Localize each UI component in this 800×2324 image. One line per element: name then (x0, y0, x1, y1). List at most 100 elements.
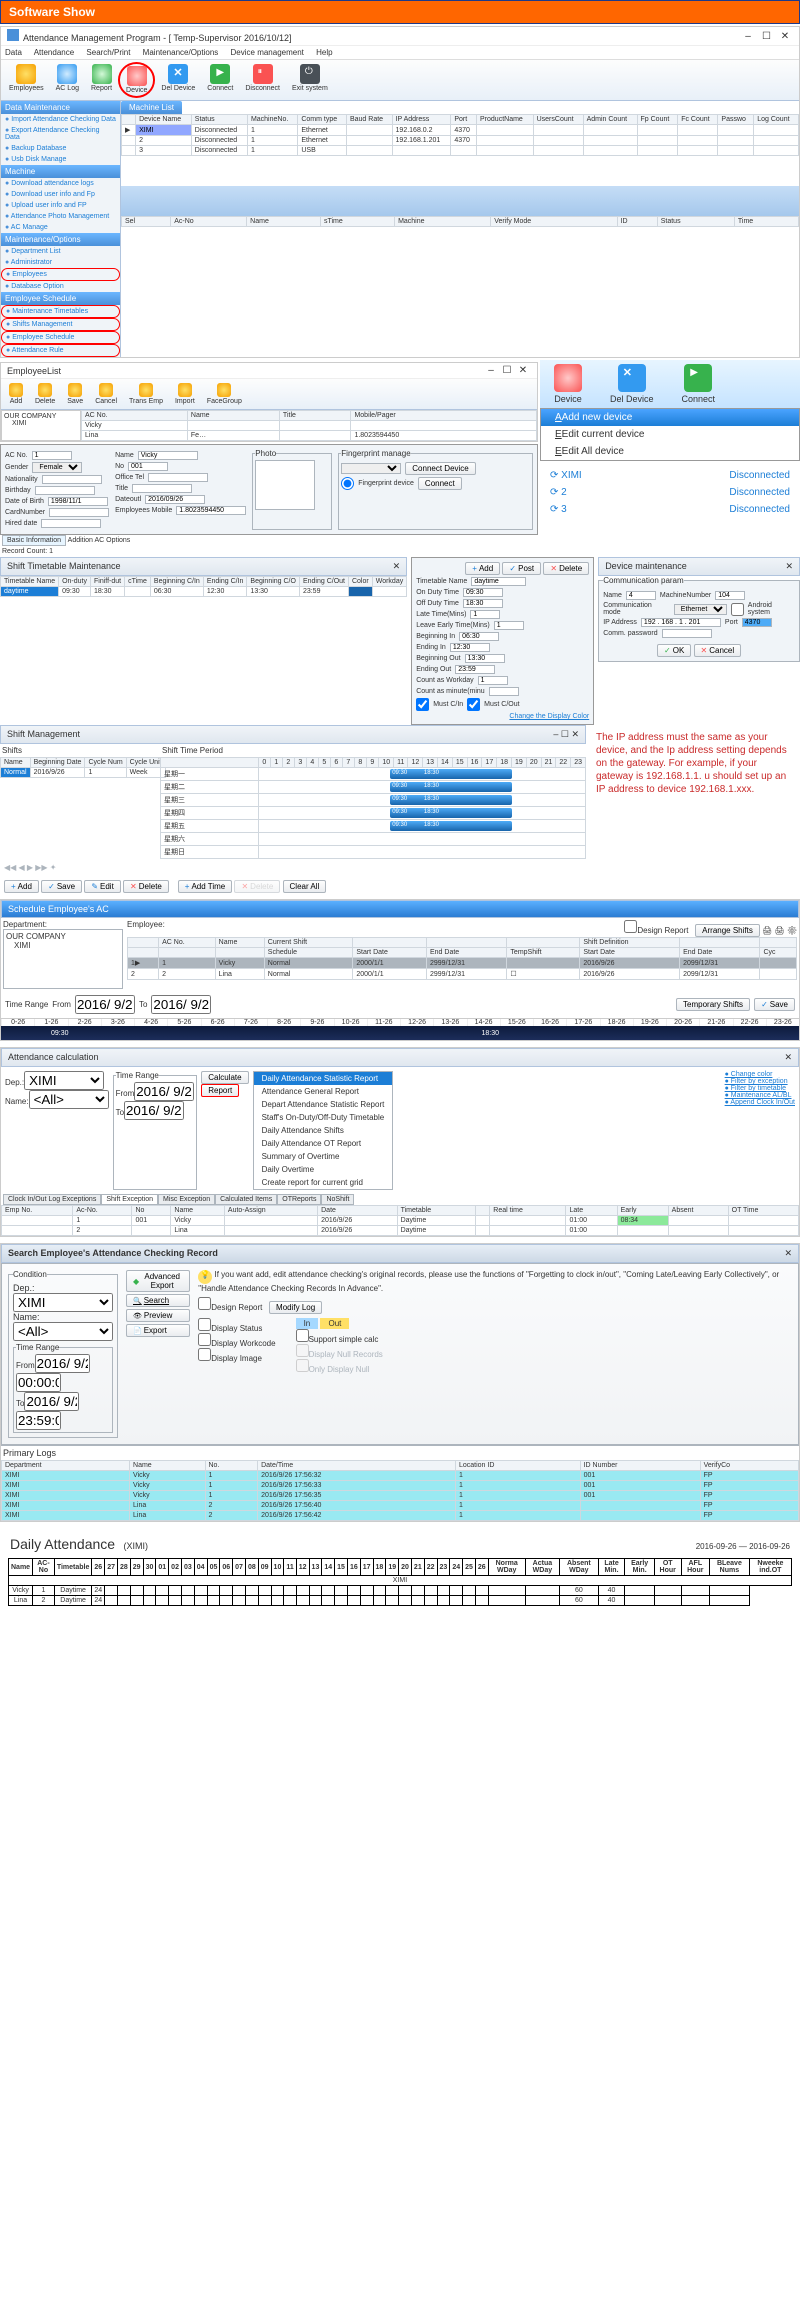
calc-link[interactable]: ● Maintenance AL/BL (725, 1092, 795, 1099)
cb-dispi[interactable] (198, 1348, 211, 1361)
device-row[interactable]: ⟳ 2Disconnected (546, 484, 794, 501)
tab-basic[interactable]: Basic Information (2, 535, 66, 546)
in-empmob[interactable] (176, 506, 246, 515)
machine-list-grid[interactable]: Device NameStatusMachineNo.Comm typeBaud… (121, 114, 799, 156)
rpt-menu-item[interactable]: Staff's On-Duty/Off-Duty Timetable (254, 1111, 393, 1124)
emp-max[interactable]: ☐ (499, 365, 515, 376)
i-mode[interactable]: Ethernet (674, 604, 727, 615)
arrange-btn[interactable]: Arrange Shifts (695, 924, 760, 937)
i-port[interactable] (742, 618, 772, 627)
search-close[interactable]: ✕ (784, 1248, 792, 1259)
calc-dep[interactable]: XIMI (24, 1071, 104, 1090)
calc-from[interactable] (134, 1082, 194, 1101)
calc-name[interactable]: <All> (29, 1090, 109, 1109)
s-tt[interactable] (16, 1411, 61, 1430)
in-title[interactable] (132, 484, 192, 493)
side-item[interactable]: Employee Schedule (1, 331, 120, 344)
emp-tbtn[interactable]: Import (169, 381, 201, 407)
menu-device[interactable]: Device management (231, 48, 304, 57)
menu-edit-current[interactable]: EEdit current device (541, 426, 799, 443)
sm-edit[interactable]: Edit (84, 880, 121, 893)
menu-search[interactable]: Search/Print (86, 48, 130, 57)
adv-export-btn[interactable]: Advanced Export (126, 1270, 190, 1292)
stt-delete[interactable]: Delete (543, 562, 589, 575)
lower-grid[interactable]: SelAc-NoNamesTimeMachineVerify ModeIDSta… (121, 216, 799, 227)
cb-android[interactable] (731, 603, 744, 616)
connect-button[interactable]: Connect (201, 62, 239, 98)
zoom-btn[interactable]: Del Device (596, 360, 668, 408)
menu-help[interactable]: Help (316, 48, 332, 57)
calc-to[interactable] (124, 1101, 184, 1120)
modify-log-btn[interactable]: Modify Log (269, 1301, 322, 1314)
sm-deltime[interactable]: Delete (234, 880, 280, 893)
stt-post[interactable]: Post (502, 562, 541, 575)
calc-tab[interactable]: OTReports (277, 1194, 321, 1205)
rpt-menu-item[interactable]: Daily Attendance OT Report (254, 1137, 393, 1150)
sched-to-in[interactable] (151, 995, 211, 1014)
menu-data[interactable]: Data (5, 48, 22, 57)
sm-min[interactable]: – (553, 729, 558, 739)
menu-edit-all[interactable]: EEdit All device (541, 443, 799, 460)
search-grid[interactable]: DepartmentNameNo.Date/TimeLocation IDID … (1, 1460, 799, 1521)
i-mno[interactable] (715, 591, 745, 600)
devmaint-cancel[interactable]: Cancel (694, 644, 742, 657)
export-btn[interactable]: Export (126, 1324, 190, 1337)
calc-tab[interactable]: Shift Exception (101, 1194, 158, 1205)
i-late[interactable] (470, 610, 500, 619)
rpt-menu-item[interactable]: Create report for current grid (254, 1176, 393, 1189)
in-office[interactable] (148, 473, 208, 482)
i-ip[interactable] (641, 618, 721, 627)
tab-addition[interactable]: Addition (68, 537, 93, 544)
rpt-menu-item[interactable]: Daily Overtime (254, 1163, 393, 1176)
side-item[interactable]: Usb Disk Manage (1, 154, 120, 165)
in-name[interactable] (138, 451, 198, 460)
connect2-btn[interactable]: Connect (418, 477, 462, 490)
s-to[interactable] (24, 1392, 79, 1411)
i-cm[interactable] (489, 687, 519, 696)
aclog-button[interactable]: AC Log (50, 62, 85, 98)
preview-btn[interactable]: Preview (126, 1309, 190, 1322)
emp-tbtn[interactable]: FaceGroup (201, 381, 248, 407)
s-dep[interactable]: XIMI (13, 1293, 113, 1312)
report-button[interactable]: Report (85, 62, 118, 98)
side-item[interactable]: Employees (1, 268, 120, 281)
sm-add[interactable]: Add (4, 880, 39, 893)
i-pass[interactable] (662, 629, 712, 638)
i-wd[interactable] (478, 676, 508, 685)
calc-tab[interactable]: Misc Exception (158, 1194, 215, 1205)
i-offduty[interactable] (463, 599, 503, 608)
report-btn[interactable]: Report (201, 1084, 239, 1097)
side-item[interactable]: Maintenance Timetables (1, 305, 120, 318)
minimize-button[interactable]: – (740, 31, 756, 42)
in-acno[interactable] (32, 451, 72, 460)
sm-gantt[interactable]: 01234567891011121314151617181920212223星期… (160, 757, 586, 859)
i-begin[interactable] (459, 632, 499, 641)
shift-tt-close[interactable]: ✕ (393, 561, 401, 572)
exit-button[interactable]: Exit system (286, 62, 334, 98)
calc-tab[interactable]: Clock In/Out Log Exceptions (3, 1194, 101, 1205)
search-btn[interactable]: Search (126, 1294, 190, 1307)
cb-cout[interactable] (467, 698, 480, 711)
temp-shifts-btn[interactable]: Temporary Shifts (676, 998, 750, 1011)
calc-link[interactable]: ● Filter by exception (725, 1078, 795, 1085)
sm-addtime[interactable]: Add Time (178, 880, 232, 893)
cb-dispw[interactable] (198, 1333, 211, 1346)
i-ttname[interactable] (471, 577, 526, 586)
in-nat[interactable] (42, 475, 102, 484)
sm-max[interactable]: ☐ (561, 729, 569, 739)
side-item[interactable]: Upload user info and FP (1, 200, 120, 211)
emp-min[interactable]: – (483, 365, 499, 376)
emp-close[interactable]: ✕ (515, 365, 531, 376)
sched-from-in[interactable] (75, 995, 135, 1014)
in-bday[interactable] (35, 486, 95, 495)
devmaint-close[interactable]: ✕ (785, 561, 793, 572)
disconnect-button[interactable]: Disconnect (239, 62, 286, 98)
change-color-link[interactable]: Change the Display Color (416, 713, 589, 720)
cb-cin[interactable] (416, 698, 429, 711)
emp-tbtn[interactable]: Trans Emp (123, 381, 169, 407)
employees-button[interactable]: Employees (3, 62, 50, 98)
side-item[interactable]: Shifts Management (1, 318, 120, 331)
emp-tbtn[interactable]: Save (61, 381, 89, 407)
zoom-btn[interactable]: Device (540, 360, 596, 408)
close-button[interactable]: ✕ (777, 31, 793, 42)
